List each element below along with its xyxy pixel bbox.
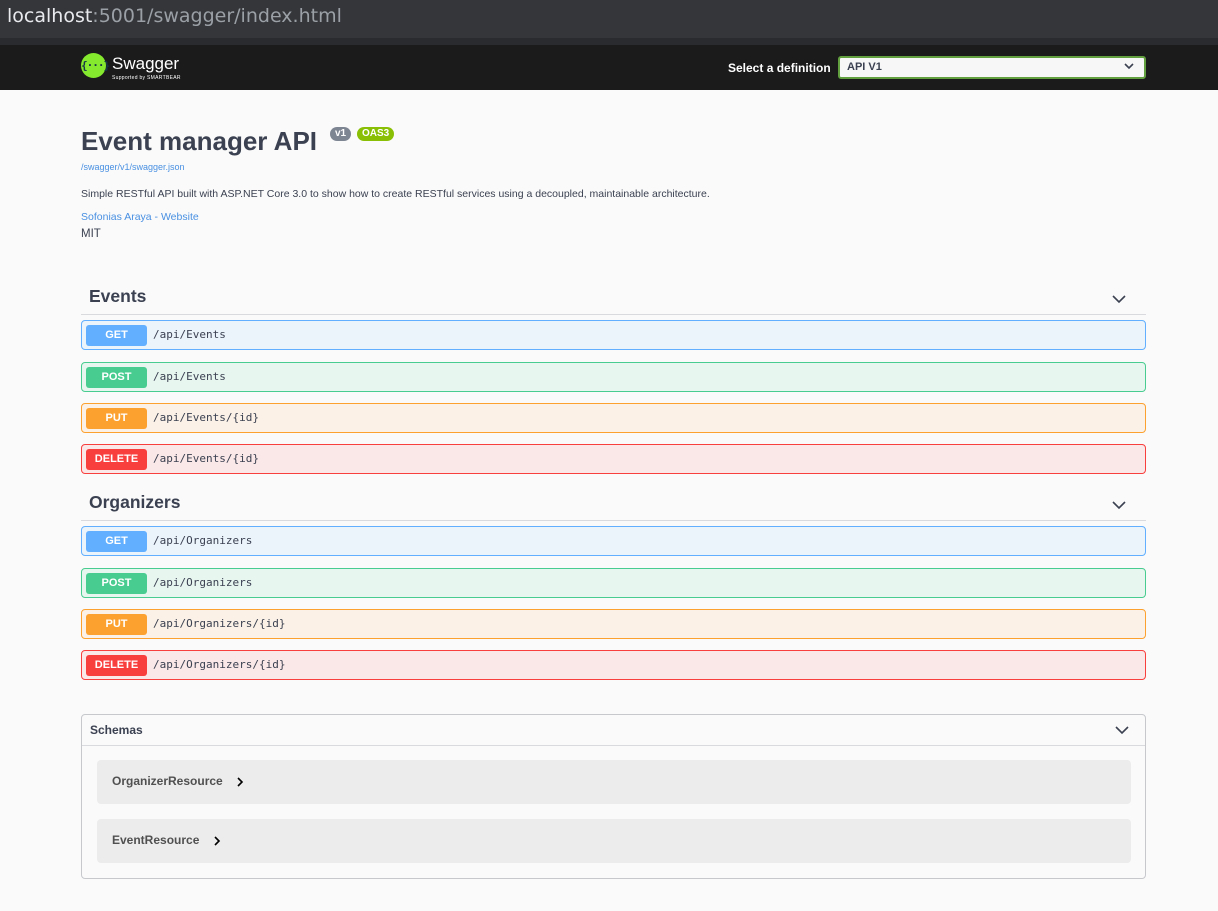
url-path: :5001/swagger/index.html [92, 5, 342, 27]
operation-delete-event[interactable]: DELETE /api/Events/{id} [81, 444, 1146, 474]
model-name: EventResource [112, 833, 200, 847]
url-host: localhost [7, 5, 93, 27]
operation-path: /api/Events/{id} [153, 452, 259, 465]
browser-divider [0, 38, 1218, 45]
method-badge: GET [86, 325, 147, 346]
operation-put-event[interactable]: PUT /api/Events/{id} [81, 403, 1146, 433]
method-badge: DELETE [86, 655, 147, 676]
definition-label: Select a definition [728, 61, 831, 75]
chevron-down-icon [1124, 63, 1134, 70]
address-url[interactable]: localhost:5001/swagger/index.html [7, 5, 342, 27]
operation-path: /api/Events/{id} [153, 411, 259, 424]
spec-json-link[interactable]: /swagger/v1/swagger.json [81, 162, 185, 172]
chevron-down-icon[interactable] [1115, 723, 1129, 737]
tag-name: Organizers [89, 492, 181, 512]
method-badge: DELETE [86, 449, 147, 470]
model-event-resource[interactable]: EventResource [97, 819, 1131, 863]
operation-path: /api/Organizers/{id} [153, 658, 286, 671]
contact-link[interactable]: Sofonias Araya - Website [81, 211, 199, 223]
method-badge: POST [86, 573, 147, 594]
logo-name: Swagger [112, 54, 180, 73]
logo-subtitle: Supported by SMARTBEAR [112, 75, 181, 81]
operation-path: /api/Events [153, 370, 226, 383]
method-badge: GET [86, 531, 147, 552]
operation-post-organizers[interactable]: POST /api/Organizers [81, 568, 1146, 598]
schemas-header[interactable]: Schemas [82, 715, 1145, 746]
chevron-down-icon[interactable] [1112, 292, 1126, 306]
method-badge: PUT [86, 408, 147, 429]
chevron-right-icon[interactable] [213, 836, 221, 846]
tag-events[interactable]: Events [81, 283, 1146, 315]
operation-path: /api/Organizers/{id} [153, 617, 286, 630]
chevron-down-icon[interactable] [1112, 498, 1126, 512]
method-badge: POST [86, 367, 147, 388]
oas-badge: OAS3 [357, 127, 395, 141]
license-text: MIT [81, 228, 101, 240]
operation-delete-organizer[interactable]: DELETE /api/Organizers/{id} [81, 650, 1146, 680]
swagger-topbar: {···} Swagger Supported by SMARTBEAR Sel… [0, 45, 1218, 90]
operation-path: /api/Organizers [153, 534, 253, 547]
swagger-logo-icon: {···} [81, 53, 110, 78]
definition-select[interactable]: API V1 [838, 56, 1146, 79]
browser-address-bar: localhost:5001/swagger/index.html [0, 0, 1218, 38]
operation-path: /api/Organizers [153, 576, 253, 589]
api-description: Simple RESTful API built with ASP.NET Co… [81, 188, 710, 200]
chevron-right-icon[interactable] [236, 777, 244, 787]
api-title: Event manager API [81, 126, 318, 156]
operation-put-organizer[interactable]: PUT /api/Organizers/{id} [81, 609, 1146, 639]
schemas-title: Schemas [90, 723, 143, 737]
tag-organizers[interactable]: Organizers [81, 489, 1146, 521]
operation-path: /api/Events [153, 328, 226, 341]
method-badge: PUT [86, 614, 147, 635]
operation-get-organizers[interactable]: GET /api/Organizers [81, 526, 1146, 556]
model-name: OrganizerResource [112, 774, 223, 788]
swagger-logo[interactable]: {···} Swagger Supported by SMARTBEAR [81, 53, 201, 83]
operation-get-events[interactable]: GET /api/Events [81, 320, 1146, 350]
version-badge: v1 [330, 127, 352, 141]
definition-select-value: API V1 [847, 61, 882, 73]
tag-name: Events [89, 286, 147, 306]
operation-post-events[interactable]: POST /api/Events [81, 362, 1146, 392]
schemas-section: Schemas OrganizerResource EventResource [81, 714, 1146, 879]
model-organizer-resource[interactable]: OrganizerResource [97, 760, 1131, 804]
